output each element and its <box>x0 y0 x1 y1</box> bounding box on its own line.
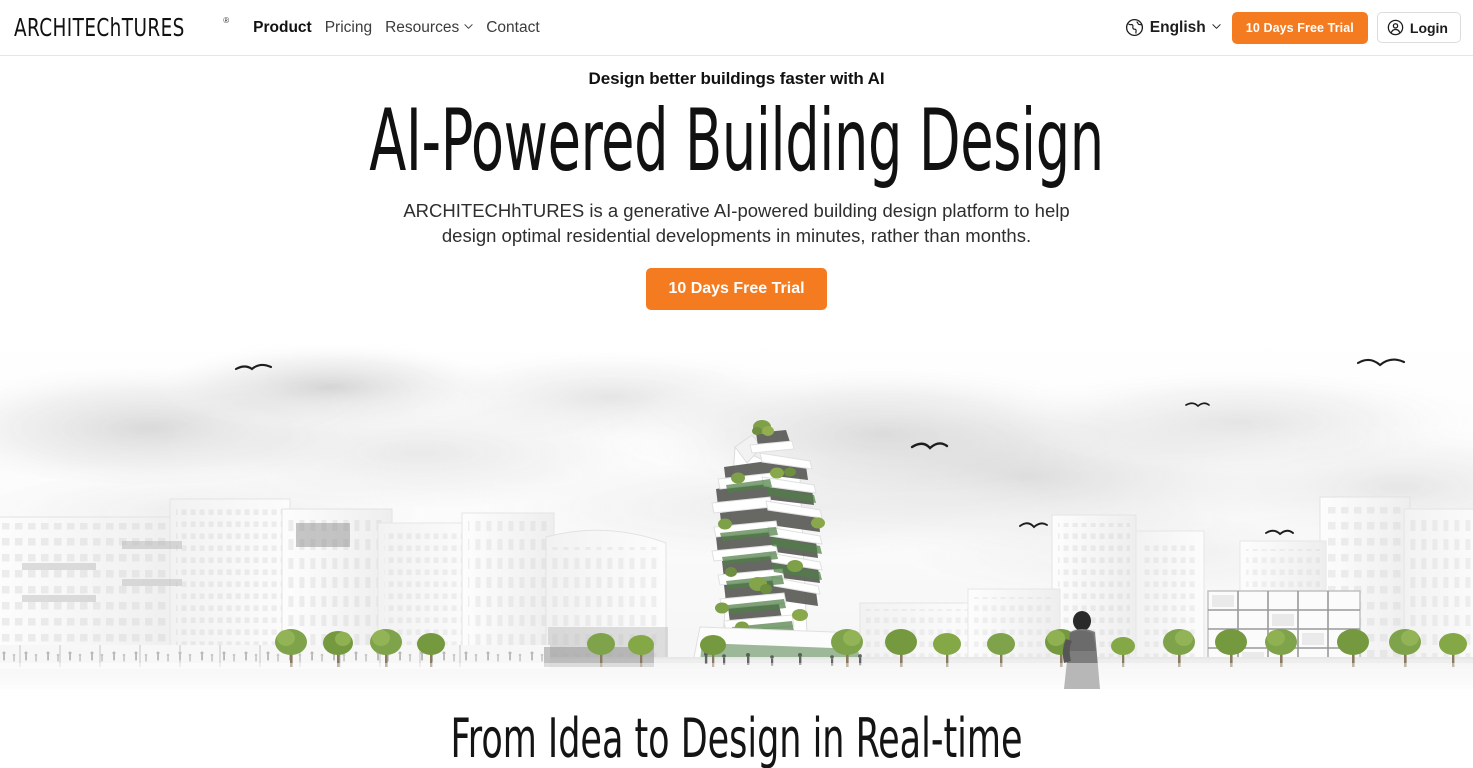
nav-link-product[interactable]: Product <box>253 0 312 56</box>
logo-wordmark: ARCHITEChTURES <box>14 12 185 42</box>
login-button[interactable]: Login <box>1376 12 1461 43</box>
section-from-idea-to-design: From Idea to Design in Real-time <box>0 689 1473 768</box>
chevron-down-icon-language <box>1212 22 1221 31</box>
language-selector[interactable]: English <box>1123 14 1223 41</box>
language-label: English <box>1149 18 1206 36</box>
hero-subtext-line2: optimal residential developments in minu… <box>501 225 1032 246</box>
hero-subtext: ARCHITECHhTURES is a generative AI-power… <box>397 198 1077 248</box>
hero-section: Design better buildings faster with AI A… <box>0 56 1473 310</box>
login-button-label: Login <box>1409 19 1448 36</box>
hero-architectural-rendering <box>0 327 1473 689</box>
nav-right-actions: English 10 Days Free Trial Login <box>1123 11 1461 44</box>
hero-headline: AI-Powered Building Design <box>369 91 1104 191</box>
main-nav: Product Pricing Resources Contact <box>253 0 539 56</box>
rendering-canvas <box>0 327 1473 689</box>
nav-link-contact[interactable]: Contact <box>486 0 539 56</box>
hero-free-trial-button[interactable]: 10 Days Free Trial <box>646 268 827 310</box>
chevron-down-icon <box>464 22 473 31</box>
site-logo[interactable]: ARCHITEChTURES ® <box>14 13 229 43</box>
section-title: From Idea to Design in Real-time <box>450 707 1023 768</box>
nav-free-trial-button[interactable]: 10 Days Free Trial <box>1231 11 1368 44</box>
nav-link-resources-label: Resources <box>385 18 460 36</box>
top-navigation-bar: ARCHITEChTURES ® Product Pricing Resourc… <box>0 0 1473 56</box>
logo-registered-mark: ® <box>223 15 230 25</box>
user-circle-icon <box>1387 19 1404 36</box>
globe-icon <box>1125 18 1144 37</box>
nav-link-pricing[interactable]: Pricing <box>325 0 372 56</box>
nav-link-resources[interactable]: Resources <box>385 0 473 56</box>
hero-eyebrow: Design better buildings faster with AI <box>588 69 885 88</box>
